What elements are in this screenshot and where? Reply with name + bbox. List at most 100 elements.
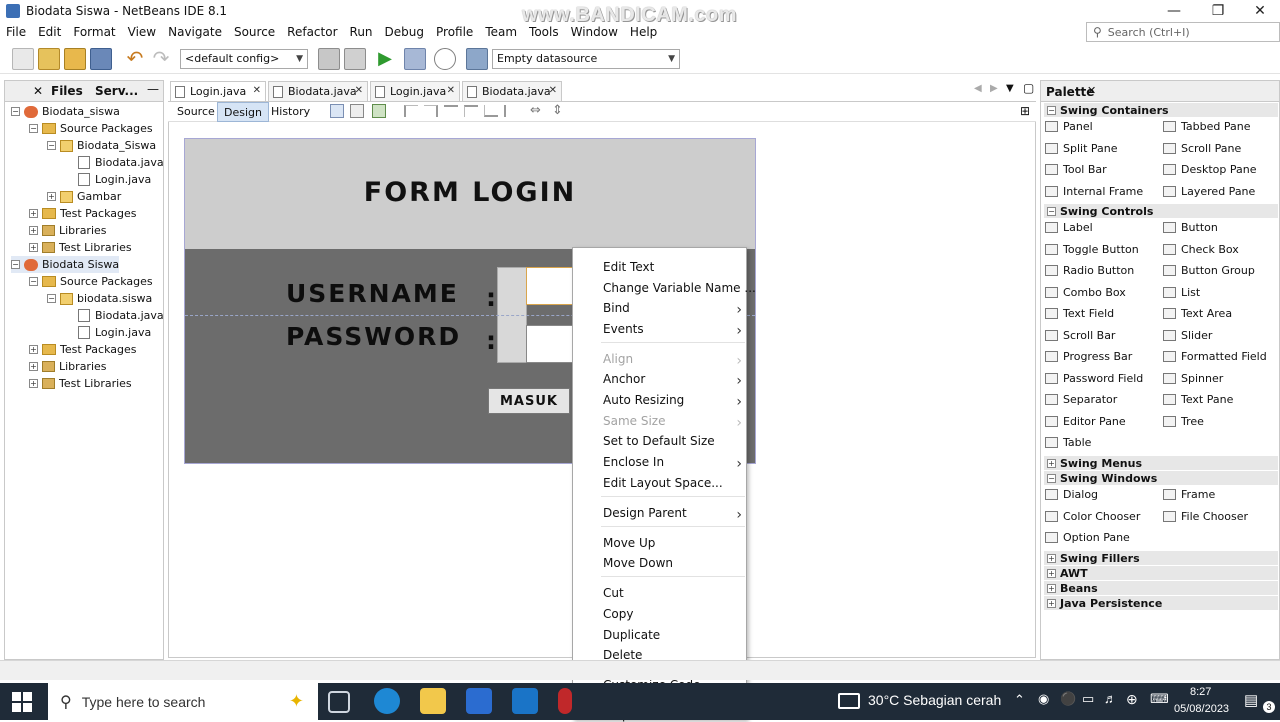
datasource-select[interactable]: Empty datasource ▼: [492, 48, 680, 69]
menu-tools[interactable]: Tools: [523, 25, 565, 39]
expand-icon[interactable]: +: [29, 345, 38, 354]
menu-help[interactable]: Help: [624, 25, 663, 39]
collapse-icon[interactable]: −: [47, 294, 56, 303]
clock-date[interactable]: 05/08/2023: [1174, 703, 1229, 715]
palette-item-layered-pane[interactable]: Layered Pane: [1163, 185, 1255, 198]
search-box[interactable]: ⚲ Search (Ctrl+I): [1086, 22, 1280, 42]
context-menu-edit-layout-space[interactable]: Edit Layout Space...: [603, 476, 723, 490]
password-field[interactable]: [526, 325, 576, 363]
volume-icon[interactable]: ♬: [1104, 691, 1117, 706]
menu-window[interactable]: Window: [565, 25, 624, 39]
menu-source[interactable]: Source: [228, 25, 281, 39]
context-menu-design-parent[interactable]: Design Parent: [603, 506, 687, 520]
view-history[interactable]: History: [271, 105, 310, 118]
open-project-icon[interactable]: [64, 47, 86, 70]
close-icon[interactable]: ✕: [253, 85, 261, 96]
maximize-button[interactable]: ❐: [1196, 0, 1240, 22]
tab-biodata-java[interactable]: Biodata.java ✕: [268, 81, 368, 101]
redo-icon[interactable]: ↷: [150, 48, 172, 70]
palette-item-panel[interactable]: Panel: [1045, 120, 1093, 133]
palette-item-frame[interactable]: Frame: [1163, 488, 1215, 501]
close-icon[interactable]: ✕: [447, 85, 455, 96]
tab-files[interactable]: Files: [51, 84, 83, 98]
keyboard-icon[interactable]: ⌨: [1150, 691, 1169, 707]
tree-item[interactable]: + Libraries: [29, 222, 107, 239]
debug-icon[interactable]: [404, 47, 426, 70]
camera-icon[interactable]: ◉: [1038, 691, 1049, 707]
center-vertical-icon[interactable]: [504, 105, 518, 117]
palette-item-spinner[interactable]: Spinner: [1163, 372, 1223, 385]
palette-item-text-pane[interactable]: Text Pane: [1163, 393, 1233, 406]
tree-item[interactable]: Login.java: [65, 171, 151, 188]
view-source[interactable]: Source: [177, 105, 215, 118]
menu-profile[interactable]: Profile: [430, 25, 479, 39]
palette-item-tree[interactable]: Tree: [1163, 415, 1204, 428]
menu-team[interactable]: Team: [479, 25, 523, 39]
menu-file[interactable]: File: [0, 25, 32, 39]
connection-mode-icon[interactable]: [350, 104, 364, 118]
palette-item-tabbed-pane[interactable]: Tabbed Pane: [1163, 120, 1250, 133]
taskbar-search[interactable]: ⚲ Type here to search ✦: [48, 683, 318, 720]
grid-icon[interactable]: ⊞: [1020, 104, 1030, 118]
align-bottom-icon[interactable]: [484, 105, 498, 117]
view-design[interactable]: Design: [217, 102, 269, 122]
close-icon[interactable]: ✕: [549, 85, 557, 96]
run-icon[interactable]: ▶: [374, 48, 396, 70]
save-all-icon[interactable]: [90, 47, 112, 70]
menu-refactor[interactable]: Refactor: [281, 25, 343, 39]
language-globe-icon[interactable]: ⊕: [1126, 691, 1138, 708]
expand-icon[interactable]: +: [29, 209, 38, 218]
tree-item[interactable]: Biodata.java: [65, 154, 164, 171]
palette-item-option-pane[interactable]: Option Pane: [1045, 531, 1130, 544]
resize-vertical-icon[interactable]: ⇕: [552, 103, 563, 118]
palette-item-text-field[interactable]: Text Field: [1045, 307, 1114, 320]
config-select[interactable]: <default config> ▼: [180, 48, 308, 69]
tab-list-icon[interactable]: ▼: [1006, 83, 1014, 94]
context-menu-auto-resizing[interactable]: Auto Resizing: [603, 393, 684, 407]
username-field[interactable]: [526, 267, 576, 305]
tab-login-java[interactable]: Login.java ✕: [170, 81, 266, 101]
palette-item-button[interactable]: Button: [1163, 221, 1218, 234]
palette-item-scroll-pane[interactable]: Scroll Pane: [1163, 142, 1241, 155]
clean-build-icon[interactable]: [344, 47, 366, 70]
windows-start-icon[interactable]: [12, 692, 32, 712]
palette-item-desktop-pane[interactable]: Desktop Pane: [1163, 163, 1256, 176]
expand-icon[interactable]: +: [29, 226, 38, 235]
task-view-icon[interactable]: [328, 691, 350, 713]
palette-item-scroll-bar[interactable]: Scroll Bar: [1045, 329, 1115, 342]
menu-edit[interactable]: Edit: [32, 25, 67, 39]
tree-item[interactable]: − Source Packages: [29, 273, 153, 290]
category-beans[interactable]: + Beans: [1044, 581, 1278, 595]
minimize-button[interactable]: —: [1152, 0, 1196, 22]
align-right-icon[interactable]: [424, 105, 438, 117]
tree-item[interactable]: − Biodata_siswa: [11, 103, 120, 120]
weather-text[interactable]: 30°C Sebagian cerah: [868, 692, 1001, 708]
profile-icon[interactable]: [434, 47, 456, 70]
mail-icon[interactable]: [512, 688, 538, 714]
expand-icon[interactable]: +: [29, 362, 38, 371]
resize-horizontal-icon[interactable]: ⇔: [530, 103, 541, 118]
palette-item-dialog[interactable]: Dialog: [1045, 488, 1098, 501]
category-swing-containers[interactable]: − Swing Containers: [1044, 103, 1278, 117]
file-explorer-icon[interactable]: [420, 688, 446, 714]
scroll-right-icon[interactable]: ▶: [990, 83, 998, 94]
close-icon[interactable]: ✕: [33, 84, 43, 98]
palette-item-formatted-field[interactable]: Formatted Field: [1163, 350, 1267, 363]
tree-item[interactable]: + Test Packages: [29, 341, 136, 358]
palette-item-slider[interactable]: Slider: [1163, 329, 1212, 342]
palette-item-text-area[interactable]: Text Area: [1163, 307, 1232, 320]
tree-item[interactable]: − Source Packages: [29, 120, 153, 137]
palette-item-color-chooser[interactable]: Color Chooser: [1045, 510, 1140, 523]
palette-item-separator[interactable]: Separator: [1045, 393, 1117, 406]
align-top-icon[interactable]: [464, 105, 478, 117]
password-label[interactable]: PASSWORD: [286, 322, 461, 351]
palette-item-combo-box[interactable]: Combo Box: [1045, 286, 1126, 299]
close-icon[interactable]: ✕: [1087, 84, 1096, 97]
category-swing-controls[interactable]: − Swing Controls: [1044, 204, 1278, 218]
expand-icon[interactable]: +: [47, 192, 56, 201]
selection-mode-icon[interactable]: [330, 104, 344, 118]
category-swing-fillers[interactable]: + Swing Fillers: [1044, 551, 1278, 565]
palette-item-file-chooser[interactable]: File Chooser: [1163, 510, 1248, 523]
category-swing-menus[interactable]: + Swing Menus: [1044, 456, 1278, 470]
tree-item[interactable]: Biodata.java: [65, 307, 164, 324]
